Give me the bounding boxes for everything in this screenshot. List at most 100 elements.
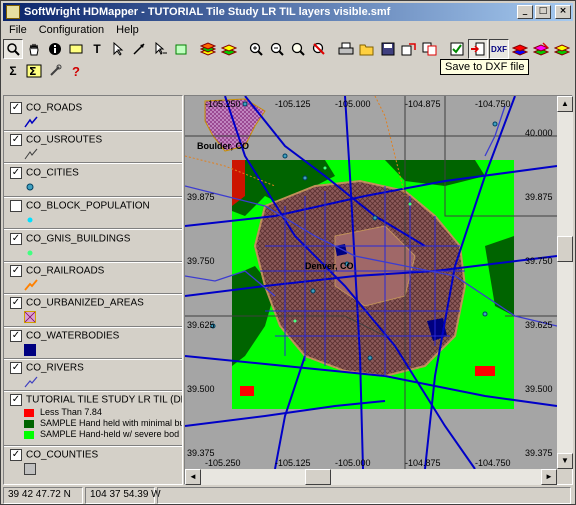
layer-name: CO_USROUTES bbox=[26, 134, 103, 146]
layer-checkbox[interactable]: ✓ bbox=[10, 134, 22, 146]
layer-co-urbanized-areas[interactable]: ✓ CO_URBANIZED_AREAS bbox=[10, 297, 144, 309]
hand-icon bbox=[29, 43, 39, 56]
longitude-label: -104.875 bbox=[405, 99, 441, 109]
horizontal-scrollbar[interactable]: ◄ ► bbox=[185, 469, 557, 485]
layer-checkbox[interactable]: ✓ bbox=[10, 394, 22, 406]
latitude-label: 39.750 bbox=[187, 256, 215, 266]
layer-co-rivers[interactable]: ✓ CO_RIVERS bbox=[10, 362, 84, 374]
status-latitude: 39 42 47.72 N bbox=[3, 487, 83, 504]
scroll-right-button[interactable]: ► bbox=[541, 469, 557, 485]
minimize-button[interactable]: _ bbox=[517, 5, 533, 19]
tile-layers-x-button[interactable] bbox=[531, 39, 551, 59]
layer-co-waterbodies[interactable]: ✓ CO_WATERBODIES bbox=[10, 330, 119, 342]
menu-configuration[interactable]: Configuration bbox=[33, 24, 110, 36]
scroll-down-button[interactable]: ▼ bbox=[557, 453, 573, 469]
print-button[interactable] bbox=[336, 39, 356, 59]
zoom-in-button[interactable] bbox=[246, 39, 266, 59]
zoom-full-button[interactable] bbox=[288, 39, 308, 59]
tile-layers-button[interactable] bbox=[510, 39, 530, 59]
horizontal-scroll-thumb[interactable] bbox=[305, 469, 331, 485]
legend-panel: ✓ CO_ROADS ✓ CO_USROUTES ✓ CO_CITIES CO_BLO… bbox=[3, 95, 183, 485]
open-button[interactable] bbox=[357, 39, 377, 59]
layer-co-roads[interactable]: ✓ CO_ROADS bbox=[10, 102, 82, 114]
layer-checkbox[interactable]: ✓ bbox=[10, 265, 22, 277]
zoom-cancel-button[interactable] bbox=[309, 39, 329, 59]
layer-co-counties[interactable]: ✓ CO_COUNTIES bbox=[10, 449, 98, 461]
layer-co-block-population[interactable]: CO_BLOCK_POPULATION bbox=[10, 200, 150, 212]
sum-edit-button[interactable]: Σ bbox=[24, 61, 44, 81]
layer-checkbox[interactable]: ✓ bbox=[10, 362, 22, 374]
text-tool-button[interactable]: T bbox=[87, 39, 107, 59]
class-label: SAMPLE Hand held with minimal bu bbox=[40, 418, 183, 428]
layers-edit-icon bbox=[221, 44, 237, 56]
menu-help[interactable]: Help bbox=[110, 24, 145, 36]
tile-layers-edit-button[interactable] bbox=[552, 39, 572, 59]
area-button[interactable] bbox=[171, 39, 191, 59]
zoom-select-button[interactable] bbox=[3, 39, 23, 59]
measure-button[interactable] bbox=[129, 39, 149, 59]
help-button[interactable]: ? bbox=[66, 61, 86, 81]
tool-settings-button[interactable] bbox=[45, 61, 65, 81]
edit-pointer-button[interactable] bbox=[150, 39, 170, 59]
svg-text:Σ: Σ bbox=[29, 65, 37, 78]
latitude-label: 39.750 bbox=[525, 256, 553, 266]
toolbar-row-1: T DXF bbox=[3, 38, 576, 60]
layer-checkbox[interactable]: ✓ bbox=[10, 167, 22, 179]
longitude-label: -105.250 bbox=[205, 458, 241, 468]
export-icon bbox=[401, 43, 416, 56]
menu-bar: File Configuration Help bbox=[3, 21, 573, 38]
layer-checkbox[interactable]: ✓ bbox=[10, 449, 22, 461]
layers-stack-icon bbox=[200, 42, 216, 56]
latitude-label: 39.500 bbox=[187, 384, 215, 394]
copy-button[interactable] bbox=[420, 39, 440, 59]
sum-button[interactable]: Σ bbox=[3, 61, 23, 81]
map-view[interactable]: -105.250 -105.125 -105.000 -104.875 -104… bbox=[184, 95, 573, 485]
vertical-scrollbar[interactable]: ▲ ▼ bbox=[557, 96, 573, 469]
layers-edit-button[interactable] bbox=[219, 39, 239, 59]
map-canvas[interactable]: -105.250 -105.125 -105.000 -104.875 -104… bbox=[185, 96, 557, 469]
save-dxf-button[interactable]: DXF bbox=[489, 39, 509, 59]
layer-co-railroads[interactable]: ✓ CO_RAILROADS bbox=[10, 265, 104, 277]
layer-co-gnis-buildings[interactable]: ✓ CO_GNIS_BUILDINGS bbox=[10, 233, 130, 245]
layer-checkbox[interactable]: ✓ bbox=[10, 233, 22, 245]
close-button[interactable]: × bbox=[555, 5, 571, 19]
export-button[interactable] bbox=[399, 39, 419, 59]
save-button[interactable] bbox=[378, 39, 398, 59]
label-tag-icon bbox=[69, 44, 83, 54]
layer-checkbox[interactable] bbox=[10, 200, 22, 212]
text-tool-icon: T bbox=[93, 42, 101, 56]
layer-co-usroutes[interactable]: ✓ CO_USROUTES bbox=[10, 134, 102, 146]
layer-name: CO_URBANIZED_AREAS bbox=[26, 297, 144, 309]
pan-button[interactable] bbox=[24, 39, 44, 59]
status-bar: 39 42 47.72 N 104 37 54.39 W bbox=[3, 487, 573, 504]
label-button[interactable] bbox=[66, 39, 86, 59]
tile-layers-edit-icon bbox=[554, 44, 570, 56]
maximize-button[interactable]: □ bbox=[535, 5, 551, 19]
import-button[interactable] bbox=[468, 39, 488, 59]
copy-icon bbox=[422, 42, 437, 56]
layer-name: CO_WATERBODIES bbox=[26, 330, 120, 342]
vertical-scroll-thumb[interactable] bbox=[557, 236, 573, 262]
counties-symbol-icon bbox=[24, 463, 36, 475]
sigma-edit-icon: Σ bbox=[26, 64, 42, 78]
layer-checkbox[interactable]: ✓ bbox=[10, 297, 22, 309]
layer-checkbox[interactable]: ✓ bbox=[10, 102, 22, 114]
layers-button[interactable] bbox=[198, 39, 218, 59]
zoom-in-icon bbox=[249, 42, 263, 56]
layer-name: TUTORIAL TILE STUDY LR TIL (DBU_ bbox=[26, 394, 183, 406]
check-button[interactable] bbox=[447, 39, 467, 59]
select-arrow-button[interactable] bbox=[108, 39, 128, 59]
layer-tutorial-tile-study[interactable]: ✓ TUTORIAL TILE STUDY LR TIL (DBU_ bbox=[10, 394, 183, 406]
layer-name: CO_CITIES bbox=[26, 167, 79, 179]
zoom-out-button[interactable] bbox=[267, 39, 287, 59]
scroll-up-button[interactable]: ▲ bbox=[557, 96, 573, 112]
scroll-left-button[interactable]: ◄ bbox=[185, 469, 201, 485]
longitude-label: -105.125 bbox=[275, 458, 311, 468]
layer-co-cities[interactable]: ✓ CO_CITIES bbox=[10, 167, 79, 179]
roads-symbol-icon bbox=[24, 116, 38, 128]
longitude-label: -105.000 bbox=[335, 458, 371, 468]
menu-file[interactable]: File bbox=[3, 24, 33, 36]
help-icon: ? bbox=[72, 63, 80, 79]
info-button[interactable] bbox=[45, 39, 65, 59]
layer-checkbox[interactable]: ✓ bbox=[10, 330, 22, 342]
